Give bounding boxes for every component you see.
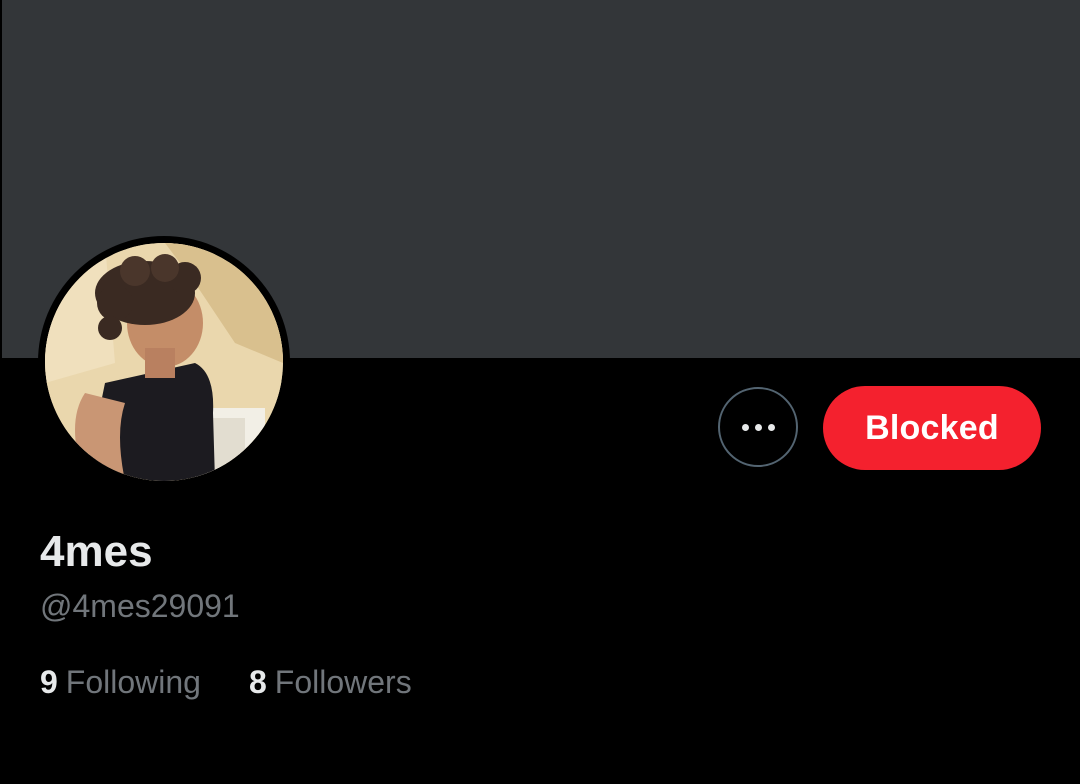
blocked-button[interactable]: Blocked (823, 386, 1041, 470)
dot (754, 423, 762, 431)
avatar-photo (45, 243, 283, 481)
followers-link[interactable]: 8 Followers (249, 662, 412, 702)
more-options-button[interactable] (718, 387, 798, 467)
dot (767, 423, 775, 431)
following-count: 9 (40, 664, 58, 700)
dot (741, 423, 749, 431)
banner-edge (0, 0, 2, 358)
following-link[interactable]: 9 Following (40, 662, 201, 702)
avatar[interactable] (38, 236, 290, 488)
followers-label: Followers (274, 664, 412, 700)
display-name: 4mes (40, 527, 153, 576)
more-horizontal-icon (741, 423, 775, 431)
user-handle: @4mes29091 (40, 588, 240, 624)
profile-stats: 9 Following 8 Followers (40, 662, 412, 702)
followers-count: 8 (248, 664, 267, 700)
following-label: Following (65, 664, 201, 700)
